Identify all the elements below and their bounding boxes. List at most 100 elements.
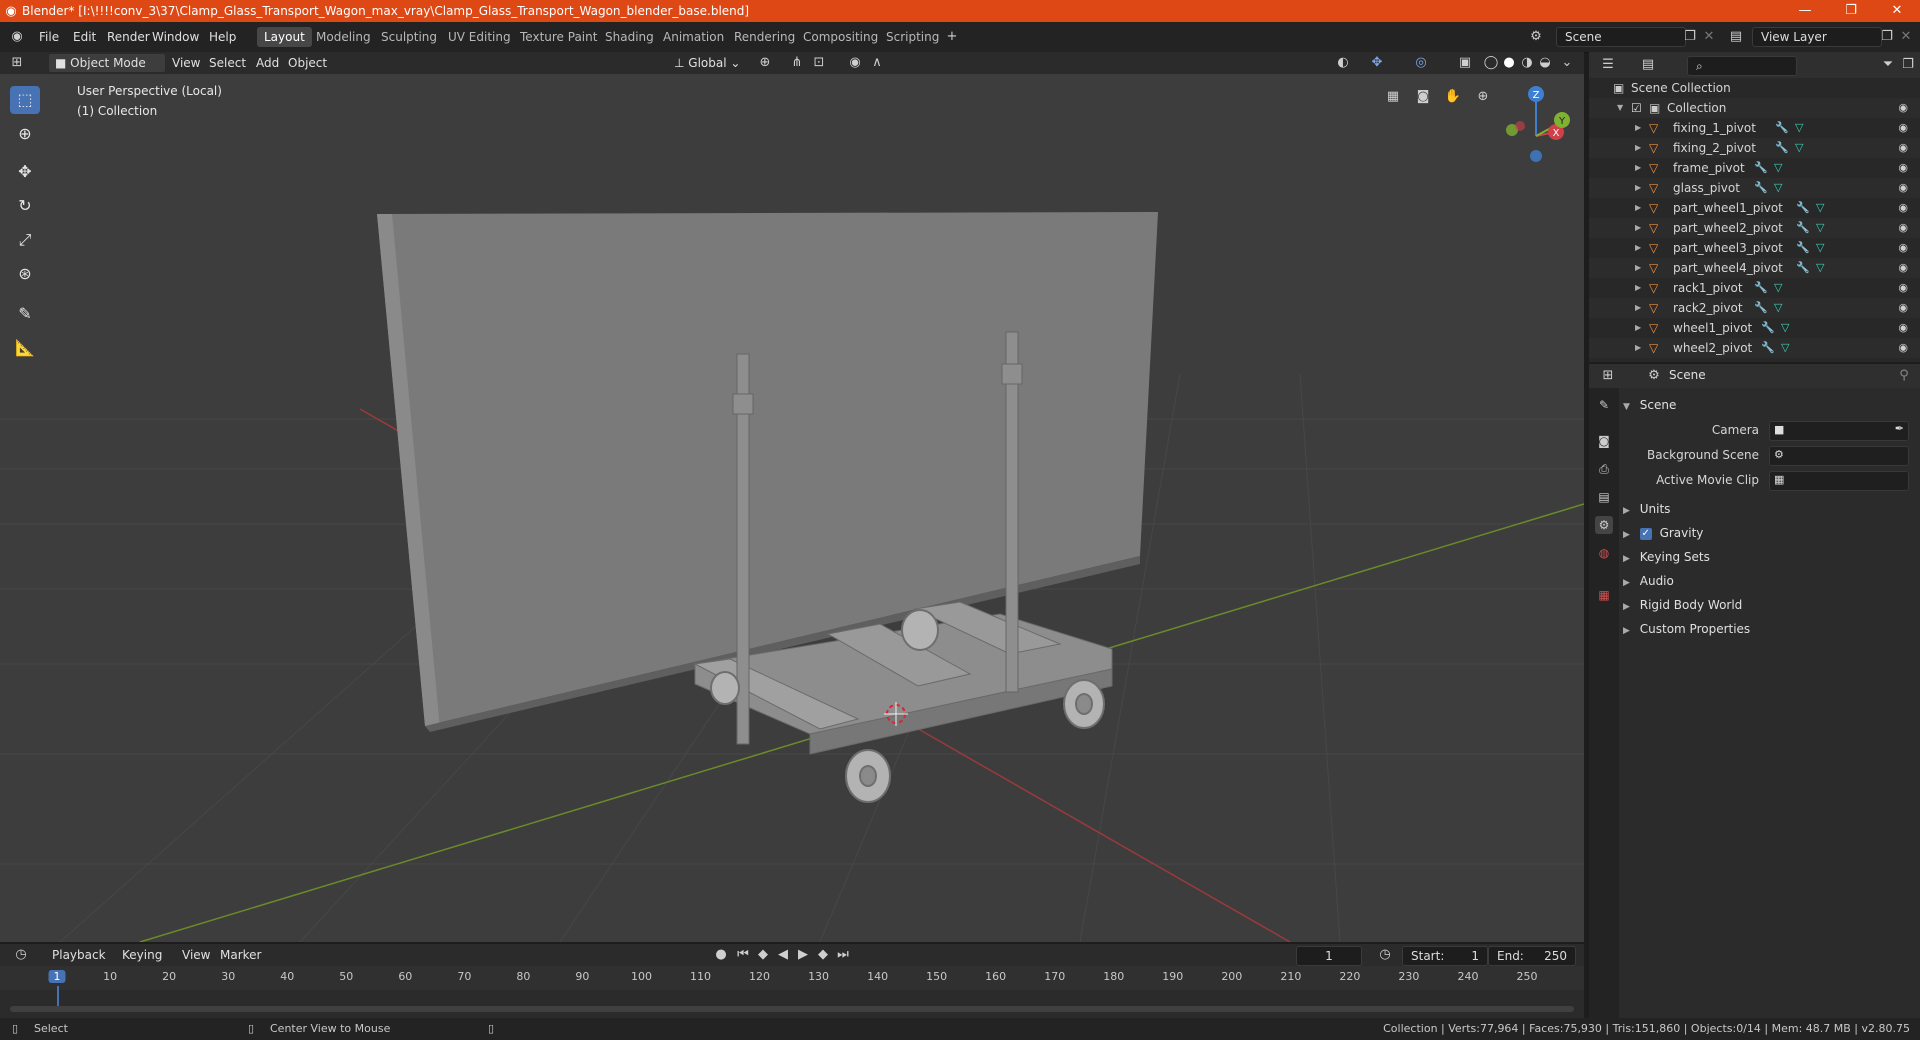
transform-tool-icon[interactable]: ⊛ [10,260,40,288]
tab-modeling[interactable]: Modeling [309,27,378,47]
preview-range-icon[interactable]: ◷ [1376,946,1394,964]
outliner-item[interactable]: ▶ ▽ wheel2_pivot 🔧 ▽ ◉ [1589,338,1920,358]
collection-row[interactable]: ▼ ☑ ▣ Collection ◉ [1589,98,1920,118]
remove-view-layer-icon[interactable]: ✕ [1897,28,1915,46]
pivot-point-icon[interactable]: ⊕ [756,54,774,72]
remove-scene-icon[interactable]: ✕ [1700,28,1718,46]
modifier-wrench-icon[interactable]: 🔧 [1754,158,1768,178]
3d-viewport[interactable]: Z X Y User Perspective (Local) (1) Colle… [0,74,1584,942]
mesh-data-icon[interactable]: ▽ [1781,338,1789,358]
material-shading-icon[interactable]: ◑ [1518,54,1536,72]
view-layer-tab-icon[interactable]: ▤ [1595,488,1613,506]
outliner-item[interactable]: ▶ ▽ part_wheel2_pivot 🔧 ▽ ◉ [1589,218,1920,238]
outliner-item[interactable]: ▶ ▽ part_wheel4_pivot 🔧 ▽ ◉ [1589,258,1920,278]
close-button[interactable]: ✕ [1874,0,1920,22]
modifier-wrench-icon[interactable]: 🔧 [1754,178,1768,198]
mesh-data-icon[interactable]: ▽ [1816,238,1824,258]
tab-sculpting[interactable]: Sculpting [374,27,444,47]
current-frame-field[interactable]: 1 [1296,946,1362,966]
expand-item-icon[interactable]: ▶ [1635,218,1641,238]
visibility-eye-icon[interactable]: ◉ [1898,178,1908,198]
tab-scripting[interactable]: Scripting [879,27,946,47]
scene-collection-row[interactable]: ▣ Scene Collection [1589,78,1920,98]
outliner-editor-type-icon[interactable]: ☰ [1599,56,1617,74]
expand-item-icon[interactable]: ▶ [1635,258,1641,278]
scene-selector[interactable]: Scene [1556,27,1686,47]
snap-icon[interactable]: ⋔ [788,54,806,72]
expand-item-icon[interactable]: ▶ [1635,298,1641,318]
menu-add[interactable]: Add [250,54,285,72]
falloff-icon[interactable]: ∧ [868,54,886,72]
select-box-tool-icon[interactable]: ⬚ [10,86,40,114]
visibility-eye-icon[interactable]: ◉ [1898,138,1908,158]
mesh-data-icon[interactable]: ▽ [1816,198,1824,218]
prev-keyframe-icon[interactable]: ◆ [754,946,772,964]
menu-edit[interactable]: Edit [68,28,101,46]
visibility-eye-icon[interactable]: ◉ [1898,238,1908,258]
modifier-wrench-icon[interactable]: 🔧 [1796,198,1810,218]
outliner-item[interactable]: ▶ ▽ wheel1_pivot 🔧 ▽ ◉ [1589,318,1920,338]
menu-view[interactable]: View [166,54,206,72]
menu-help[interactable]: Help [204,28,241,46]
record-icon[interactable]: ● [712,946,730,964]
collection-checkbox[interactable]: ☑ [1631,98,1642,118]
view-layer-selector[interactable]: View Layer [1752,27,1882,47]
expand-item-icon[interactable]: ▶ [1635,338,1641,358]
gizmo-toggle-icon[interactable]: ✥ [1368,54,1386,72]
menu-timeline-view[interactable]: View [176,946,216,964]
properties-editor-type-icon[interactable]: ⊞ [1599,367,1617,385]
scene-panel-header[interactable]: ▼ Scene [1623,394,1915,416]
display-mode-icon[interactable]: ▤ [1639,56,1657,74]
filter-icon[interactable]: ⏷ [1879,56,1897,74]
end-frame-field[interactable]: End: 250 [1488,946,1576,966]
maximize-button[interactable]: ❐ [1828,0,1874,22]
tool-tab-icon[interactable]: ✎ [1595,396,1613,414]
modifier-wrench-icon[interactable]: 🔧 [1761,338,1775,358]
tab-uv-editing[interactable]: UV Editing [441,27,518,47]
render-tab-icon[interactable]: ◙ [1595,432,1613,450]
visibility-icon[interactable]: ◐ [1334,54,1352,72]
measure-tool-icon[interactable]: 📐 [10,334,40,362]
texture-tab-icon[interactable]: ▦ [1595,586,1613,604]
mesh-data-icon[interactable]: ▽ [1816,258,1824,278]
shading-options-icon[interactable]: ⌄ [1558,54,1576,72]
outliner-item[interactable]: ▶ ▽ frame_pivot 🔧 ▽ ◉ [1589,158,1920,178]
cursor-tool-icon[interactable]: ⊕ [10,120,40,148]
visibility-eye-icon[interactable]: ◉ [1898,258,1908,278]
toggle-camera-grid-icon[interactable]: ▦ [1384,88,1402,106]
add-workspace-icon[interactable]: + [943,28,961,46]
expand-item-icon[interactable]: ▶ [1635,118,1641,138]
rotate-tool-icon[interactable]: ↻ [10,192,40,220]
play-icon[interactable]: ▶ [794,946,812,964]
tab-layout[interactable]: Layout [257,27,312,47]
mesh-data-icon[interactable]: ▽ [1795,138,1803,158]
timeline-editor-type-icon[interactable]: ◷ [12,946,30,964]
mesh-data-icon[interactable]: ▽ [1781,318,1789,338]
outliner-item[interactable]: ▶ ▽ rack2_pivot 🔧 ▽ ◉ [1589,298,1920,318]
visibility-eye-icon[interactable]: ◉ [1898,298,1908,318]
menu-object[interactable]: Object [282,54,333,72]
modifier-wrench-icon[interactable]: 🔧 [1796,258,1810,278]
keying-sets-panel-header[interactable]: ▶ Keying Sets [1623,546,1915,568]
menu-file[interactable]: File [34,28,64,46]
scale-tool-icon[interactable]: ⤢ [10,226,40,254]
modifier-wrench-icon[interactable]: 🔧 [1775,138,1789,158]
overlay-toggle-icon[interactable]: ◎ [1412,54,1430,72]
visibility-eye-icon[interactable]: ◉ [1898,318,1908,338]
tab-shading[interactable]: Shading [598,27,661,47]
expand-item-icon[interactable]: ▶ [1635,138,1641,158]
zoom-icon[interactable]: ⊕ [1474,88,1492,106]
modifier-wrench-icon[interactable]: 🔧 [1754,278,1768,298]
world-tab-icon[interactable]: ◍ [1595,544,1613,562]
tab-compositing[interactable]: Compositing [796,27,885,47]
jump-end-icon[interactable]: ⏭ [834,946,852,964]
camera-view-icon[interactable]: ◙ [1414,88,1432,106]
rigid-body-world-panel-header[interactable]: ▶ Rigid Body World [1623,594,1915,616]
pin-icon[interactable]: ⚲ [1895,367,1913,385]
editor-type-icon[interactable]: ⊞ [8,54,26,72]
menu-playback[interactable]: Playback [46,946,112,964]
camera-field[interactable]: ■ ✒ [1769,421,1909,441]
new-collection-icon[interactable]: ❐ [1899,56,1917,74]
gravity-panel-header[interactable]: ▶ ✓ Gravity [1623,522,1915,544]
solid-shading-icon[interactable]: ● [1500,54,1518,72]
